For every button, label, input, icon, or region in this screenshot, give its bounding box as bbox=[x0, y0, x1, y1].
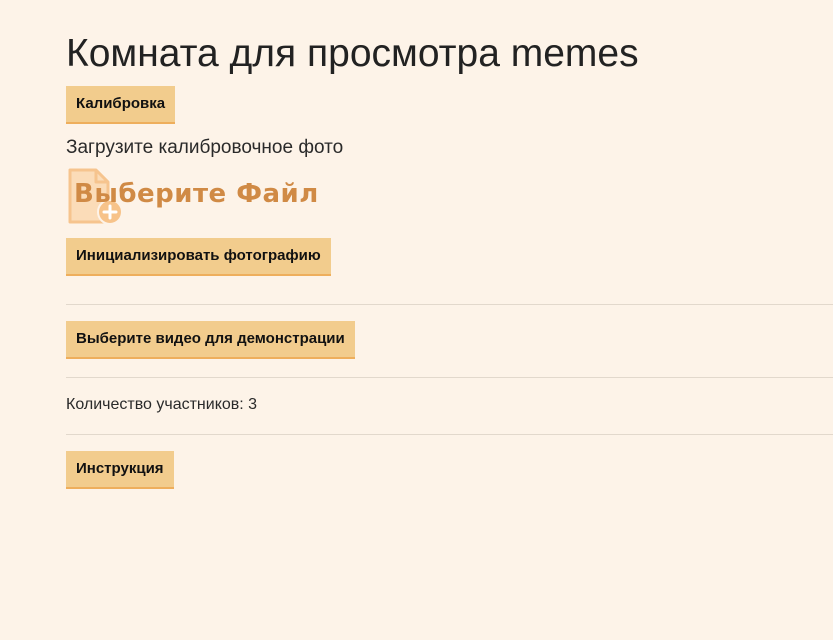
divider bbox=[66, 377, 833, 378]
select-video-button[interactable]: Выберите видео для демонстрации bbox=[66, 321, 355, 359]
divider bbox=[66, 434, 833, 435]
participants-count: Количество участников: 3 bbox=[66, 396, 258, 413]
file-picker-label: Выберите Файл bbox=[74, 179, 319, 209]
upload-label: Загрузите калибровочное фото bbox=[66, 137, 344, 158]
page: Комната для просмотра memes Калибровка З… bbox=[0, 0, 833, 640]
page-title: Комната для просмотра memes bbox=[66, 32, 639, 75]
file-picker[interactable]: Выберите Файл bbox=[66, 166, 346, 228]
instruction-button[interactable]: Инструкция bbox=[66, 451, 174, 489]
divider bbox=[66, 304, 833, 305]
init-photo-button[interactable]: Инициализировать фотографию bbox=[66, 238, 331, 276]
calibration-button[interactable]: Калибровка bbox=[66, 86, 176, 124]
